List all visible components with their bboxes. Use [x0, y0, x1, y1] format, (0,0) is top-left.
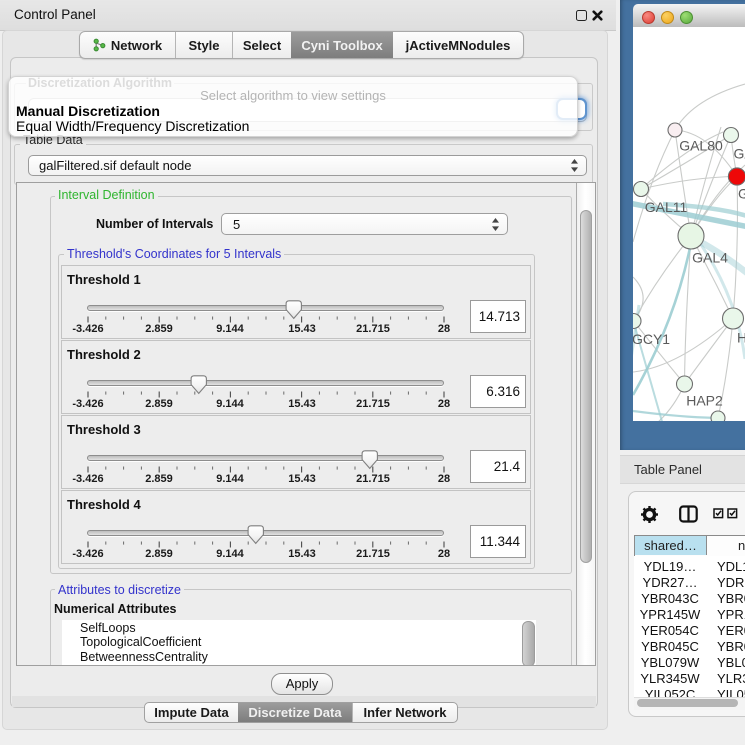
svg-text:GAL80: GAL80 — [679, 138, 723, 154]
svg-text:GCY1: GCY1 — [633, 331, 670, 347]
svg-text:GAL11: GAL11 — [645, 199, 688, 215]
svg-text:HAP2: HAP2 — [686, 393, 723, 409]
svg-text:GAL4: GAL4 — [692, 250, 728, 266]
svg-text:GC: GC — [738, 186, 745, 202]
svg-text:GAL: GAL — [734, 146, 745, 162]
svg-text:HA: HA — [737, 330, 745, 346]
